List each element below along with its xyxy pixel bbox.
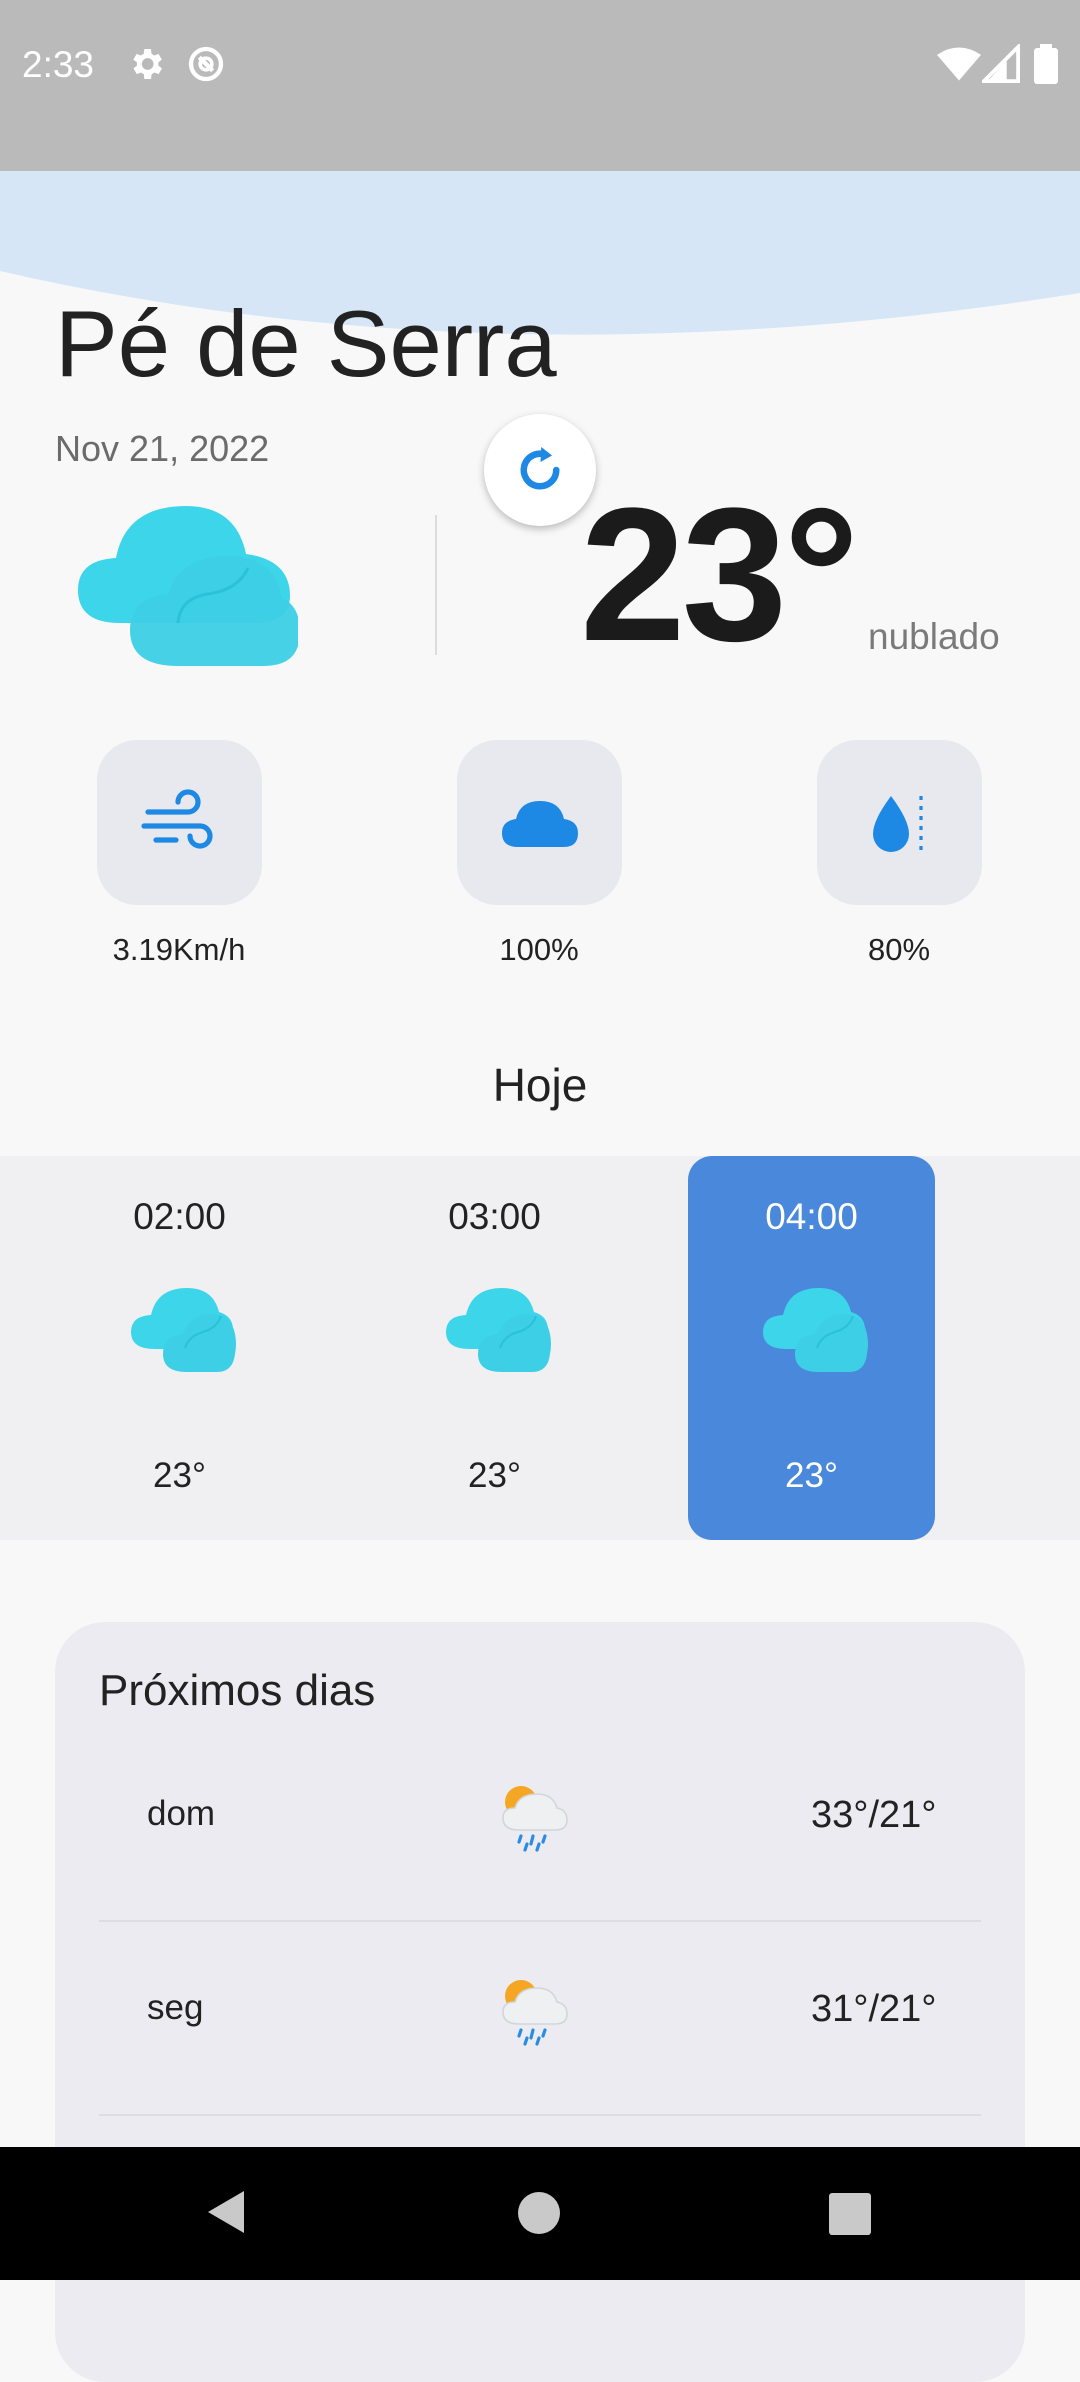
city-name: Pé de Serra (55, 291, 557, 396)
status-bar: 2:33 (0, 0, 1080, 171)
cloud-stat-box (457, 740, 622, 905)
hour-time: 02:00 (133, 1196, 226, 1237)
hour-card[interactable]: 02:00 23° (56, 1156, 303, 1540)
battery-icon (1034, 44, 1058, 84)
hour-temperature: 23° (785, 1456, 838, 1495)
settings-icon (133, 49, 162, 79)
day-name: dom (147, 1794, 216, 1833)
sun-rain-cloud-icon (502, 1786, 568, 1852)
wind-speed-value: 3.19Km/h (112, 932, 246, 967)
humidity-value: 80% (867, 932, 931, 967)
day-name: seg (147, 1988, 204, 2027)
hour-time: 04:00 (765, 1196, 858, 1237)
cloudy-icon (78, 506, 298, 666)
current-temperature: 23° (580, 469, 859, 681)
day-forecast-row[interactable]: seg 31°/21° (99, 1922, 981, 2116)
recents-icon[interactable] (829, 2193, 871, 2235)
humidity-stat-box (817, 740, 982, 905)
vertical-divider (435, 515, 437, 655)
back-icon[interactable] (204, 2187, 248, 2237)
hour-card-selected[interactable]: 04:00 23° (688, 1156, 935, 1540)
today-section-title: Hoje (492, 1059, 588, 1111)
humidity-icon (872, 795, 923, 852)
cloud-icon (501, 800, 578, 847)
no-disturb-icon (188, 46, 224, 82)
weather-condition: nublado (868, 616, 1000, 657)
wind-icon (140, 788, 213, 849)
hourly-forecast-list[interactable]: 02:00 23° 03:00 23° 04:00 23° (0, 1156, 1080, 1540)
sun-rain-cloud-icon (502, 1980, 568, 2046)
partly-cloudy-icon (1070, 1318, 1080, 1358)
wind-stat-box (97, 740, 262, 905)
day-temperatures: 31°/21° (811, 1988, 937, 2030)
hour-temperature: 23° (153, 1456, 206, 1495)
next-days-title: Próximos dias (99, 1666, 376, 1715)
navigation-bar (0, 2147, 1080, 2280)
day-temperatures: 33°/21° (811, 1794, 937, 1836)
signal-icon (982, 44, 1020, 83)
hour-temperature: 23° (468, 1456, 521, 1495)
partly-cloudy-icon (763, 1288, 868, 1372)
wifi-icon (937, 47, 981, 81)
partly-cloudy-icon (446, 1288, 551, 1372)
hour-time: 03:00 (448, 1196, 541, 1237)
refresh-icon (520, 447, 560, 490)
status-time: 2:33 (22, 44, 95, 85)
cloud-cover-value: 100% (499, 932, 579, 967)
row-divider (99, 2114, 981, 2116)
home-icon[interactable] (518, 2192, 560, 2234)
partly-cloudy-icon (131, 1288, 236, 1372)
day-forecast-row[interactable]: dom 33°/21° (99, 1728, 981, 1922)
hour-card[interactable]: 03:00 23° (371, 1156, 618, 1540)
current-date: Nov 21, 2022 (55, 428, 270, 469)
